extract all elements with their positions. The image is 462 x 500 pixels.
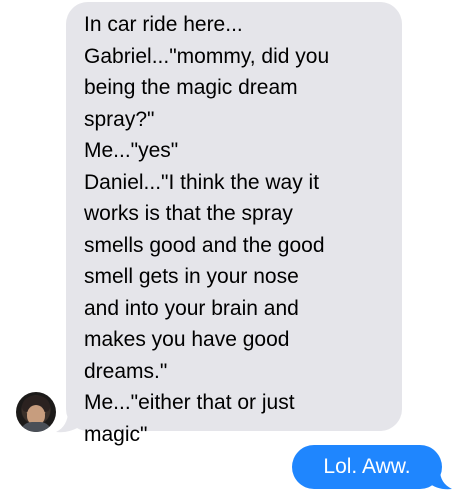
message-line: Me..."either that or just [84, 391, 295, 414]
message-line: In car ride here... [84, 13, 243, 36]
outgoing-message-bubble[interactable]: Lol. Aww. [292, 445, 442, 489]
contact-avatar[interactable] [16, 392, 56, 432]
message-line: dreams." [84, 359, 168, 383]
outgoing-message-text: Lol. Aww. [323, 455, 411, 478]
message-line: works is that the spray [84, 202, 293, 225]
message-line: Gabriel..."mommy, did you [84, 44, 330, 68]
avatar-shirt [20, 422, 52, 432]
message-line: and into your brain and [84, 296, 299, 320]
message-line: smell gets in your nose [84, 265, 299, 288]
message-line: Daniel..."I think the way it [84, 170, 320, 194]
incoming-message-bubble[interactable]: In car ride here... Gabriel..."mommy, di… [66, 2, 402, 446]
message-line: spray?" [84, 107, 155, 131]
message-line: makes you have good [84, 328, 290, 351]
message-thread: In car ride here... Gabriel..."mommy, di… [0, 0, 462, 500]
message-line: being the magic dream [84, 76, 298, 99]
message-line: smells good and the good [84, 233, 325, 257]
message-line: Me..."yes" [84, 139, 179, 162]
